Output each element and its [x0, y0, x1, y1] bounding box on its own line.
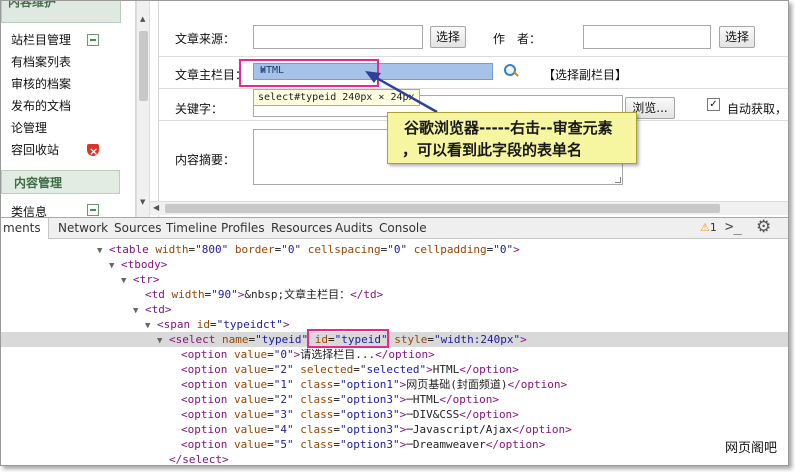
sidebar-item-pending-archive[interactable]: 审核的档案 [11, 73, 111, 95]
devtools-toolbar: ments Network Sources Timeline Profiles … [1, 217, 788, 239]
author-select-button[interactable]: 选择 [719, 26, 755, 48]
scroll-down-icon[interactable]: ▼ [140, 198, 145, 206]
watermark: 网页阁吧 [725, 441, 778, 456]
warning-count: 1 [709, 221, 717, 234]
sidebar-item-category-info[interactable]: 类信息 [11, 201, 111, 217]
tab-sources[interactable]: Sources [114, 218, 161, 239]
scroll-thumb[interactable] [165, 204, 720, 213]
search-icon[interactable] [501, 62, 519, 80]
code-text: <option value="5" class="option3">─Dream… [181, 438, 546, 451]
screenshot-frame: 内容维护 站栏目管理 有档案列表 审核的档案 发布的文档 论管理 容回收站 内容… [0, 0, 789, 466]
source-label: 文章来源： [175, 32, 236, 46]
scroll-left-icon[interactable]: ◀ [153, 203, 159, 212]
sidebar-header: 内容维护 [1, 1, 121, 23]
expand-triangle-icon[interactable]: ▼ [97, 246, 102, 256]
warning-icon: ⚠ [700, 221, 710, 234]
left-sidebar: 内容维护 站栏目管理 有档案列表 审核的档案 发布的文档 论管理 容回收站 内容… [1, 1, 136, 217]
add-icon[interactable] [87, 204, 99, 216]
warning-indicator[interactable]: ⚠1 [700, 221, 717, 234]
sidebar-header-label: 内容维护 [8, 1, 57, 9]
sidebar-nav: 站栏目管理 有档案列表 审核的档案 发布的文档 论管理 容回收站 [11, 29, 111, 163]
code-text: <option value="3" class="option3">─DIV&C… [181, 408, 519, 421]
element-tooltip: select#typeid 240px × 24px [253, 89, 420, 106]
sidebar-section-label: 内容管理 [14, 176, 63, 190]
code-line-selected[interactable]: ▼ <select name="typeid" id="typeid" styl… [1, 332, 788, 347]
sidebar-item-my-docs[interactable]: 发布的文档 [11, 95, 111, 117]
summary-label: 内容摘要： [175, 153, 236, 167]
article-form: 文章来源： 选择 作 者： 选择 文章主栏目： HTML ▼ 【选择副栏目】 关… [158, 1, 788, 217]
sidebar-item-recycle-bin[interactable]: 容回收站 [11, 139, 111, 163]
clear-icon[interactable] [87, 141, 99, 163]
expand-triangle-icon[interactable]: ▼ [133, 306, 138, 316]
scroll-thumb[interactable] [139, 31, 148, 101]
page-area: 内容维护 站栏目管理 有档案列表 审核的档案 发布的文档 论管理 容回收站 内容… [1, 1, 788, 217]
highlight-box-select [239, 59, 379, 87]
source-author-row: 文章来源： 选择 作 者： 选择 [159, 19, 788, 57]
code-text: <option value="2" class="option3">─HTML<… [181, 393, 499, 406]
add-icon[interactable] [87, 34, 99, 46]
auto-get-checkbox[interactable]: ✓ [707, 98, 720, 111]
tab-console[interactable]: Console [379, 218, 427, 239]
callout-line-1: 谷歌浏览器-----右击--审查元素 [404, 119, 613, 137]
vertical-scrollbar[interactable]: ▲ ▼ [136, 1, 150, 217]
devtools-elements-panel: ▼ <table width="800" border="0" cellspac… [1, 239, 788, 466]
tab-network[interactable]: Network [58, 218, 108, 239]
horizontal-scrollbar[interactable]: ◀ [150, 201, 788, 215]
annotation-callout: 谷歌浏览器-----右击--审查元素 ，可以看到此字段的表单名 [387, 112, 637, 164]
expand-triangle-icon[interactable]: ▼ [121, 276, 126, 286]
source-select-button[interactable]: 选择 [430, 26, 466, 48]
sidebar-item-archive-list[interactable]: 有档案列表 [11, 51, 111, 73]
gear-icon[interactable]: ⚙ [756, 217, 771, 237]
console-drawer-icon[interactable]: >_ [725, 219, 742, 235]
code-text: <option value="2" selected="selected">HT… [181, 363, 519, 376]
code-text: <option value="0">请选择栏目...</option> [181, 348, 435, 361]
expand-triangle-icon[interactable]: ▼ [145, 321, 150, 331]
callout-line-2: ，可以看到此字段的表单名 [402, 141, 583, 159]
tab-timeline[interactable]: Timeline [166, 218, 217, 239]
code-text: <td width="90">&nbsp;文章主栏目：</td> [145, 288, 384, 301]
code-text: <option value="4" class="option3">─Javas… [181, 423, 572, 436]
scroll-up-icon[interactable]: ▲ [140, 15, 145, 23]
column-label: 文章主栏目： [175, 68, 248, 82]
expand-triangle-icon[interactable]: ▼ [157, 336, 162, 346]
resize-grip[interactable] [615, 177, 621, 183]
sidebar-item-column-manage[interactable]: 站栏目管理 [11, 29, 111, 51]
expand-triangle-icon[interactable]: ▼ [109, 261, 114, 271]
sub-column-link[interactable]: 【选择副栏目】 [543, 66, 627, 83]
tab-audits[interactable]: Audits [335, 218, 373, 239]
sidebar-section-header[interactable]: 内容管理 [1, 170, 120, 194]
highlight-box-id [307, 329, 389, 348]
author-input[interactable] [583, 25, 711, 49]
tab-profiles[interactable]: Profiles [221, 218, 265, 239]
auto-get-label: 自动获取， [727, 102, 788, 116]
source-input[interactable] [253, 25, 423, 49]
sidebar-item-comments[interactable]: 论管理 [11, 117, 111, 139]
code-text: <option value="1" class="option1">网页基础(封… [181, 378, 568, 391]
tab-elements[interactable]: ments [1, 218, 49, 239]
keyword-label: 关键字： [175, 102, 224, 116]
code-text: </select> [169, 453, 229, 466]
author-label: 作 者： [493, 32, 542, 46]
tab-resources[interactable]: Resources [271, 218, 332, 239]
